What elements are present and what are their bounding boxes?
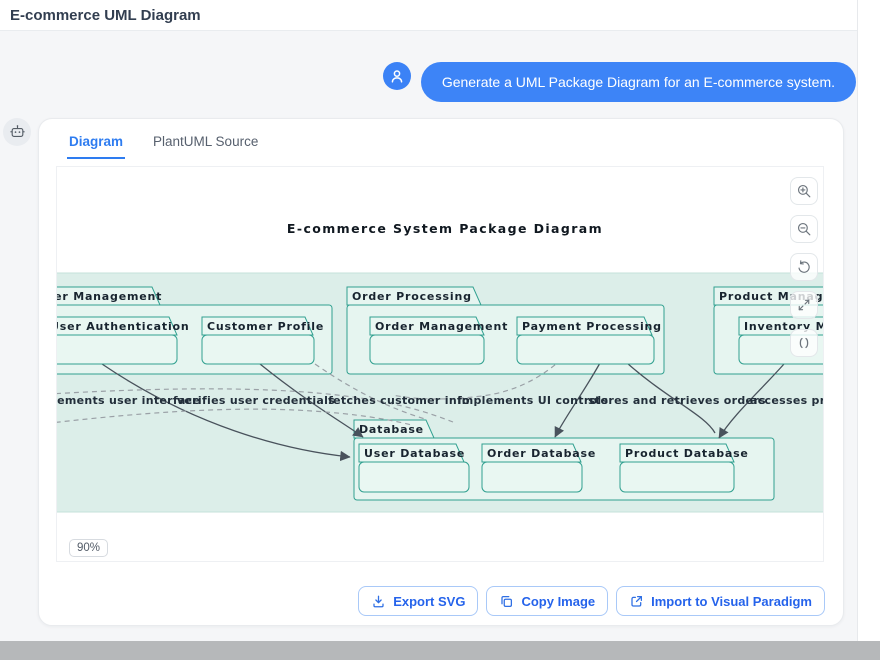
package-label: Product Database	[625, 447, 749, 460]
export-svg-label: Export SVG	[393, 594, 465, 609]
package-label: User Database	[364, 447, 465, 460]
assistant-avatar	[3, 118, 31, 146]
package-payment-processing: Payment Processing	[517, 317, 662, 364]
bottom-window-edge	[0, 641, 880, 660]
zoom-in-button[interactable]	[790, 177, 818, 205]
package-label: User Management	[57, 290, 162, 303]
reset-view-button[interactable]	[790, 253, 818, 281]
page-title: E-commerce UML Diagram	[10, 7, 201, 24]
app-window: E-commerce UML Diagram Generate a UML Pa…	[0, 0, 880, 660]
import-visual-paradigm-button[interactable]: Import to Visual Paradigm	[616, 586, 825, 616]
page-header: E-commerce UML Diagram	[0, 0, 857, 31]
package-label: Order Processing	[352, 290, 472, 303]
robot-icon	[9, 124, 26, 141]
tab-bar: Diagram PlantUML Source	[39, 119, 843, 159]
package-customer-profile: Customer Profile	[202, 317, 324, 364]
edge-label-implements-ui-controls: implements UI controls	[458, 394, 609, 407]
user-avatar	[383, 62, 411, 90]
package-label: User Authentication	[57, 320, 190, 333]
package-label: Payment Processing	[522, 320, 662, 333]
package-label: Order Database	[487, 447, 596, 460]
user-message-row: Generate a UML Package Diagram for an E-…	[383, 62, 856, 102]
edge-label-accesses-product-data: accesses product data	[750, 394, 824, 407]
person-icon	[386, 65, 408, 87]
download-icon	[371, 594, 386, 609]
copy-icon	[499, 594, 514, 609]
user-message-bubble: Generate a UML Package Diagram for an E-…	[421, 62, 856, 102]
package-product-database: Product Database	[620, 444, 749, 492]
export-svg-button[interactable]: Export SVG	[358, 586, 478, 616]
view-controls	[790, 177, 818, 357]
fit-view-button[interactable]	[790, 329, 818, 357]
diagram-actions: Export SVG Copy Image Import to Visual P…	[358, 586, 825, 616]
zoom-level-badge: 90%	[69, 539, 108, 557]
package-label: Customer Profile	[207, 320, 324, 333]
package-order-database: Order Database	[482, 444, 596, 492]
diagram-card: Diagram PlantUML Source E-commerce Syste…	[38, 118, 844, 626]
zoom-in-icon	[796, 183, 812, 199]
diagram-title: E-commerce System Package Diagram	[287, 221, 603, 236]
expand-icon	[796, 297, 812, 313]
expand-button[interactable]	[790, 291, 818, 319]
zoom-out-button[interactable]	[790, 215, 818, 243]
edge-label-verifies-user-credentials: verifies user credentials	[177, 394, 335, 407]
uml-package-diagram: E-commerce System Package Diagram User M…	[57, 167, 824, 562]
package-label: Order Management	[375, 320, 508, 333]
diagram-viewport[interactable]: E-commerce System Package Diagram User M…	[56, 166, 824, 562]
tab-plantuml-source[interactable]: PlantUML Source	[151, 132, 260, 159]
reset-view-icon	[796, 259, 812, 275]
zoom-out-icon	[796, 221, 812, 237]
package-label: Database	[359, 423, 424, 436]
copy-image-label: Copy Image	[521, 594, 595, 609]
copy-image-button[interactable]: Copy Image	[486, 586, 608, 616]
edge-label-fetches-customer-info: fetches customer info	[328, 394, 470, 407]
package-user-authentication: User Authentication	[57, 317, 190, 364]
tab-diagram[interactable]: Diagram	[67, 132, 125, 159]
right-side-panel-strip	[857, 0, 880, 641]
edge-label-stores-and-retrieves-orders: stores and retrieves orders	[588, 394, 766, 407]
import-visual-paradigm-label: Import to Visual Paradigm	[651, 594, 812, 609]
fit-view-icon	[796, 335, 812, 351]
package-user-database: User Database	[359, 444, 469, 492]
external-link-icon	[629, 594, 644, 609]
